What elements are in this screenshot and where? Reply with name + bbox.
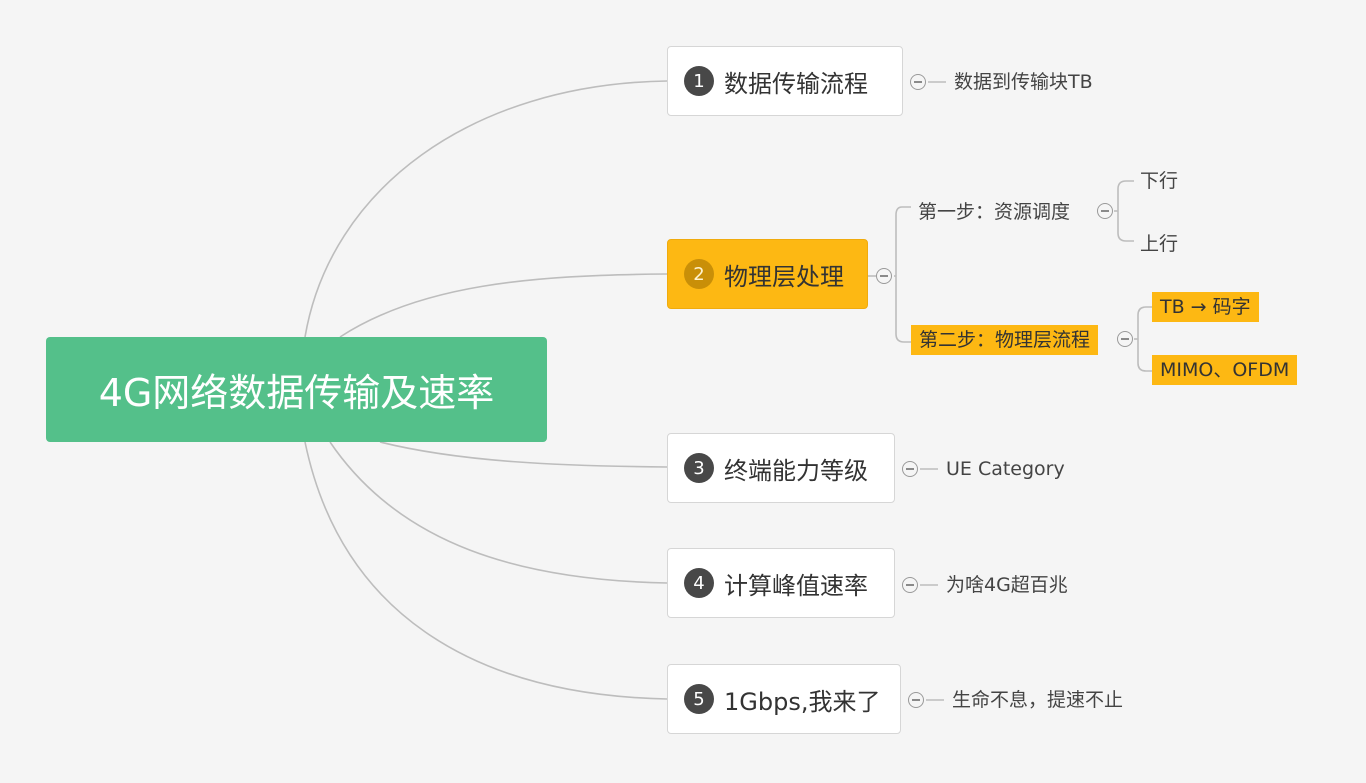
connector-root-branch-5 bbox=[304, 441, 668, 700]
branch-5-number: 5 bbox=[684, 684, 714, 714]
connector-root-branch-4 bbox=[329, 441, 668, 584]
connector-root-branch-2 bbox=[339, 273, 668, 338]
branch-5-label: 1Gbps,我来了 bbox=[724, 687, 881, 716]
step-1-child-uplink[interactable]: 上行 bbox=[1140, 231, 1178, 257]
collapse-toggle-icon[interactable] bbox=[902, 461, 918, 477]
branch-4-number: 4 bbox=[684, 568, 714, 598]
collapse-toggle-icon[interactable] bbox=[1117, 331, 1133, 347]
step-2-child-mimo-ofdm[interactable]: MIMO、OFDM bbox=[1152, 355, 1298, 385]
step-1-label[interactable]: 第一步：资源调度 bbox=[918, 199, 1070, 225]
connector-branch-2-bracket bbox=[895, 206, 911, 343]
collapse-toggle-icon[interactable] bbox=[876, 268, 892, 284]
connector-root-branch-1 bbox=[304, 80, 668, 338]
connector-step-2-bracket bbox=[1137, 306, 1152, 372]
branch-4-label: 计算峰值速率 bbox=[724, 571, 868, 600]
branch-3-child[interactable]: UE Category bbox=[946, 456, 1065, 482]
branch-1-child[interactable]: 数据到传输块TB bbox=[954, 69, 1093, 95]
branch-4[interactable]: 4 计算峰值速率 bbox=[667, 548, 895, 618]
root-topic-label: 4G网络数据传输及速率 bbox=[98, 371, 495, 415]
connector-step-1-bracket bbox=[1117, 180, 1134, 242]
branch-1-number: 1 bbox=[684, 66, 714, 96]
collapse-toggle-icon[interactable] bbox=[1097, 203, 1113, 219]
branch-5-child[interactable]: 生命不息，提速不止 bbox=[952, 687, 1123, 713]
branch-2-number: 2 bbox=[684, 259, 714, 289]
collapse-toggle-icon[interactable] bbox=[910, 74, 926, 90]
branch-3-label: 终端能力等级 bbox=[724, 456, 868, 485]
step-2-child-codeword[interactable]: TB → 码字 bbox=[1152, 292, 1259, 322]
collapse-toggle-icon[interactable] bbox=[902, 577, 918, 593]
branch-3-number: 3 bbox=[684, 453, 714, 483]
branch-4-child[interactable]: 为啥4G超百兆 bbox=[946, 572, 1068, 598]
branch-5[interactable]: 5 1Gbps,我来了 bbox=[667, 664, 901, 734]
step-2-label[interactable]: 第二步：物理层流程 bbox=[911, 325, 1099, 355]
step-1-child-downlink[interactable]: 下行 bbox=[1140, 168, 1178, 194]
collapse-toggle-icon[interactable] bbox=[908, 692, 924, 708]
branch-1-label: 数据传输流程 bbox=[724, 69, 868, 98]
branch-1[interactable]: 1 数据传输流程 bbox=[667, 46, 903, 116]
branch-3[interactable]: 3 终端能力等级 bbox=[667, 433, 895, 503]
root-topic[interactable]: 4G网络数据传输及速率 bbox=[46, 337, 547, 442]
branch-2-label: 物理层处理 bbox=[724, 262, 844, 291]
connector-root-branch-3 bbox=[379, 441, 668, 468]
branch-2[interactable]: 2 物理层处理 bbox=[667, 239, 868, 309]
